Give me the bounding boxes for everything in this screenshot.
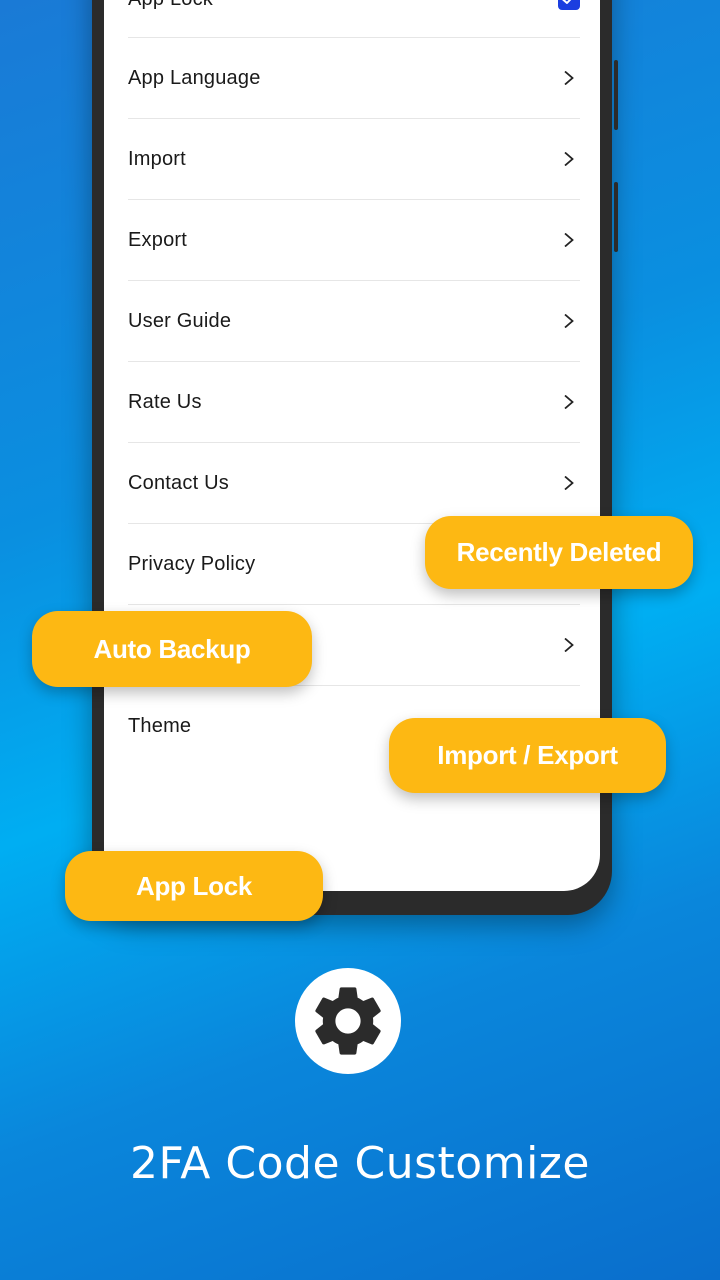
chevron-right-icon xyxy=(564,395,574,409)
callout-app-lock: App Lock xyxy=(65,851,323,921)
settings-item-contact-us[interactable]: Contact Us xyxy=(128,443,580,524)
gear-icon xyxy=(315,987,381,1055)
settings-item-label: Import xyxy=(128,147,186,170)
chevron-right-icon xyxy=(564,638,574,652)
settings-item-export[interactable]: Export xyxy=(128,200,580,281)
settings-item-label: Privacy Policy xyxy=(128,552,256,575)
settings-item-label: Rate Us xyxy=(128,390,202,413)
settings-item-import[interactable]: Import xyxy=(128,119,580,200)
settings-item-label: User Guide xyxy=(128,309,232,332)
settings-item-label: Export xyxy=(128,228,188,251)
phone-side-button xyxy=(614,60,618,130)
chevron-right-icon xyxy=(564,476,574,490)
callout-import-export: Import / Export xyxy=(389,718,666,793)
chevron-right-icon xyxy=(564,233,574,247)
settings-item-label: Contact Us xyxy=(128,471,229,494)
settings-item-app-language[interactable]: App Language xyxy=(128,38,580,119)
settings-item-label: App Language xyxy=(128,66,261,89)
chevron-right-icon xyxy=(564,314,574,328)
settings-item-rate-us[interactable]: Rate Us xyxy=(128,362,580,443)
phone-side-button xyxy=(614,182,618,252)
app-lock-checkbox[interactable] xyxy=(558,0,580,10)
chevron-right-icon xyxy=(564,152,574,166)
checkmark-icon xyxy=(562,0,572,4)
feature-icon-circle xyxy=(295,968,401,1074)
chevron-right-icon xyxy=(564,71,574,85)
settings-item-app-lock[interactable]: App Lock xyxy=(128,0,580,38)
settings-item-label: Theme xyxy=(128,714,192,737)
settings-item-user-guide[interactable]: User Guide xyxy=(128,281,580,362)
callout-recently-deleted: Recently Deleted xyxy=(425,516,693,589)
feature-caption: 2FA Code Customize xyxy=(130,1138,590,1189)
callout-auto-backup: Auto Backup xyxy=(32,611,312,687)
settings-item-label: App Lock xyxy=(128,0,213,11)
